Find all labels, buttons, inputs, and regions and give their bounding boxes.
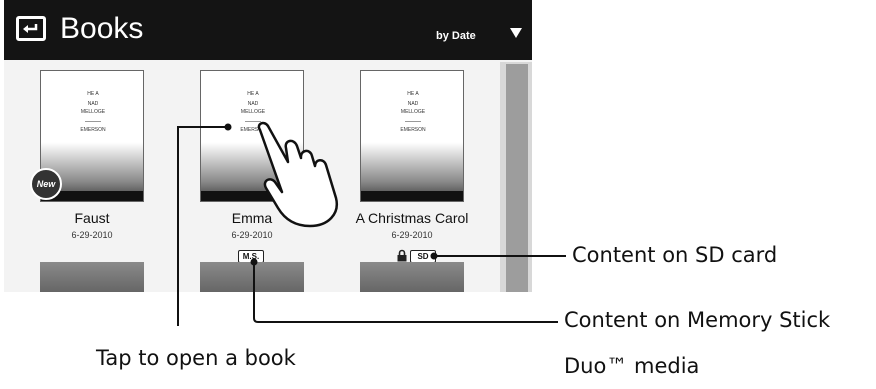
sd-callout-label: Content on SD card bbox=[572, 243, 778, 267]
ms-callout-label-line1: Content on Memory Stick bbox=[564, 308, 831, 332]
tap-callout-label: Tap to open a book bbox=[96, 346, 296, 370]
tap-callout-line bbox=[177, 126, 228, 326]
tap-callout-dot bbox=[224, 123, 232, 131]
ms-callout-dot bbox=[250, 258, 258, 266]
ms-callout-line bbox=[253, 262, 558, 323]
ms-callout-label-line2: Duo™ media bbox=[564, 354, 700, 378]
sd-callout-dot bbox=[430, 252, 438, 260]
